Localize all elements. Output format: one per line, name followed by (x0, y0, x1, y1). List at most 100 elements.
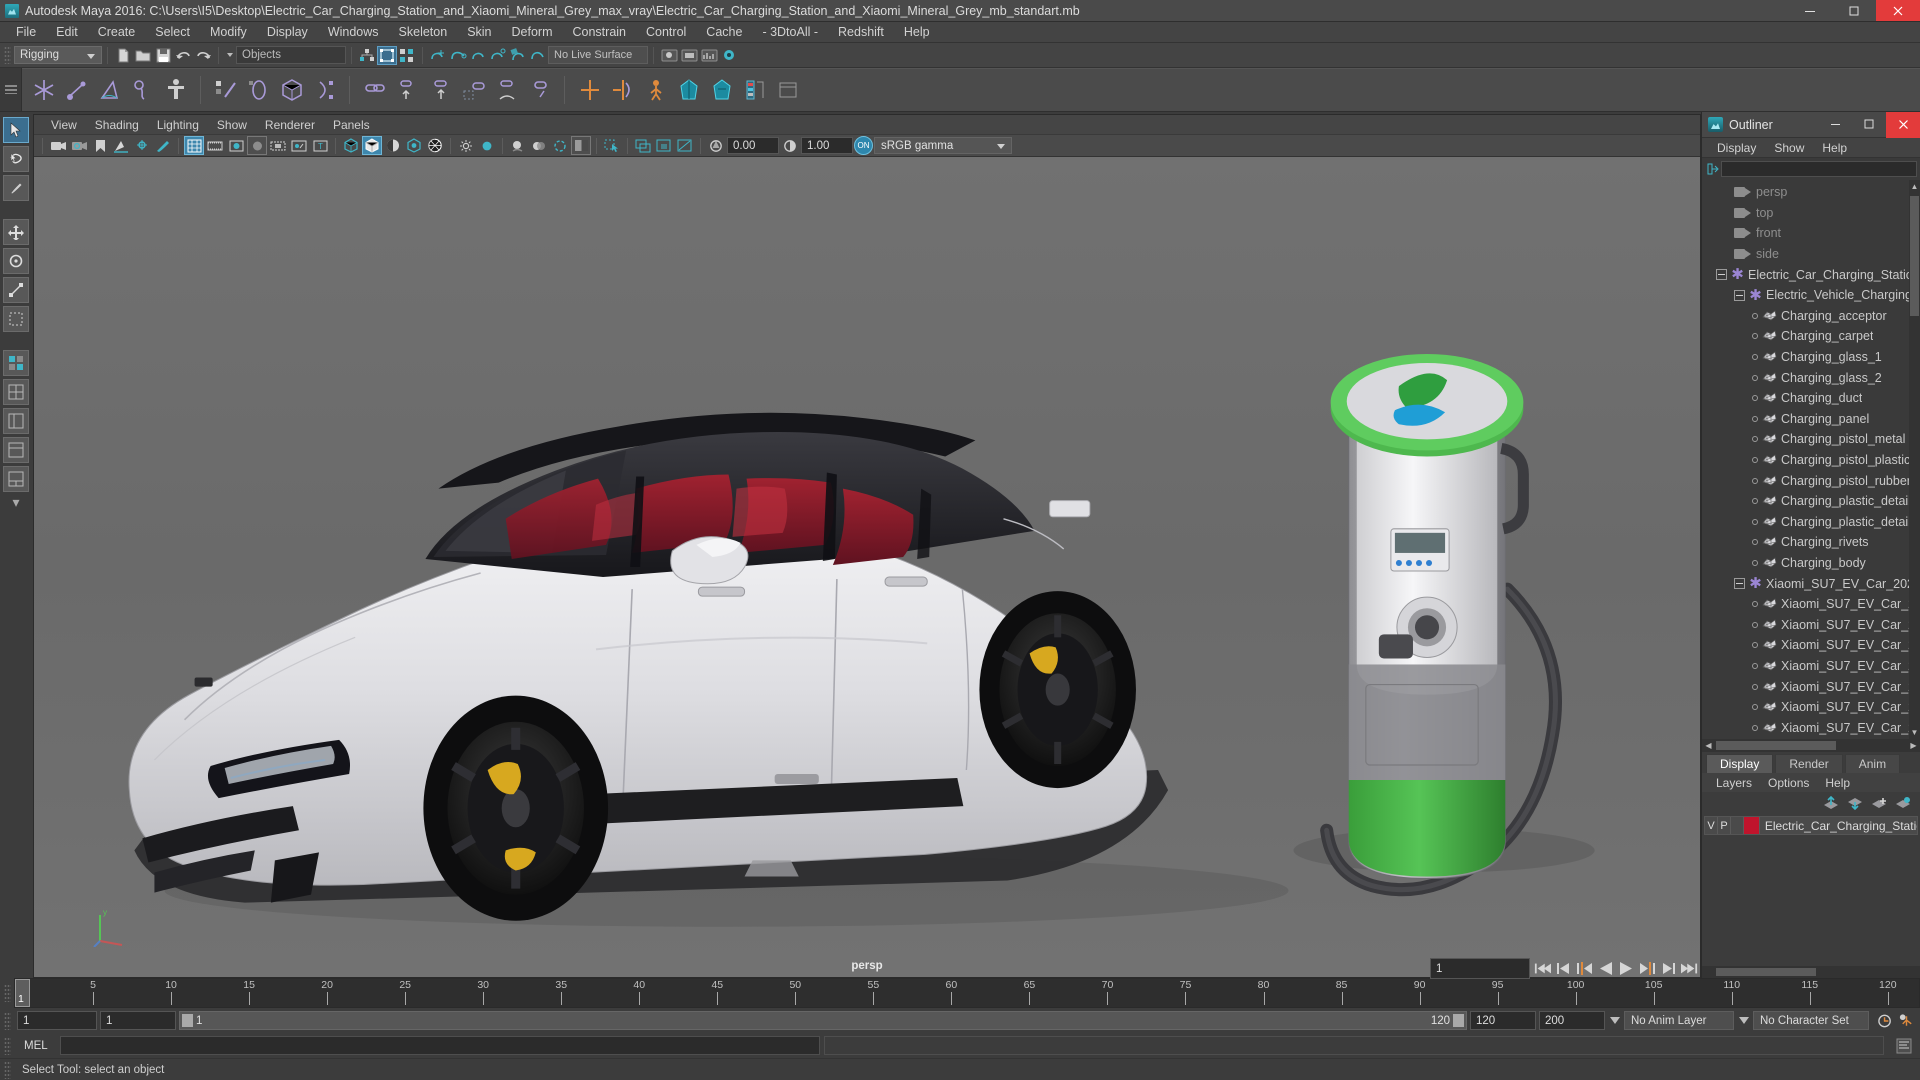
xray-toggle-icon[interactable] (425, 136, 445, 155)
grid-toggle-icon[interactable] (184, 136, 204, 155)
object-mode-icon[interactable] (377, 45, 397, 65)
undo-icon[interactable] (173, 46, 193, 65)
outliner-item-charging-body[interactable]: Charging_body (1704, 553, 1920, 574)
mirror-joint-icon[interactable] (574, 74, 605, 106)
scale-tool-button[interactable] (3, 277, 29, 303)
ik-handle-tool-icon[interactable] (61, 74, 92, 106)
anim-layer-field[interactable]: No Anim Layer (1624, 1011, 1734, 1030)
snap-view-plane-icon[interactable] (508, 46, 528, 65)
layer-name[interactable]: Electric_Car_Charging_Station (1760, 819, 1917, 833)
menu-constrain[interactable]: Constrain (563, 22, 637, 43)
smooth-shade-all-icon[interactable] (362, 136, 382, 155)
exposure-value-field[interactable]: 0.00 (727, 137, 779, 154)
outliner-item-charging-plastic-detail[interactable]: Charging_plastic_detail (1704, 512, 1920, 533)
snap-projected-center-icon[interactable] (488, 46, 508, 65)
snap-grid-icon[interactable] (428, 46, 448, 65)
outliner-item-top[interactable]: top (1704, 203, 1920, 224)
bind-skin-icon[interactable] (160, 74, 191, 106)
outliner-maximize-button[interactable] (1852, 112, 1886, 138)
more-shelf-tools-icon[interactable] (772, 74, 803, 106)
auto-keyframe-toggle-icon[interactable] (1877, 1013, 1894, 1029)
range-start-handle[interactable] (182, 1014, 193, 1027)
layer-row[interactable]: V P Electric_Car_Charging_Station (1704, 816, 1918, 835)
menu-file[interactable]: File (6, 22, 46, 43)
parent-constraint-icon[interactable] (359, 74, 390, 106)
close-button[interactable] (1876, 0, 1920, 21)
help-line-grip[interactable] (4, 1060, 11, 1079)
tab-anim[interactable]: Anim (1844, 754, 1901, 773)
select-tool-button[interactable] (3, 117, 29, 143)
gamma-value-field[interactable]: 1.00 (801, 137, 853, 154)
play-forwards-button[interactable] (1618, 961, 1635, 977)
hypershade-icon[interactable] (719, 46, 739, 65)
outliner-minimize-button[interactable] (1818, 112, 1852, 138)
rotate-tool-button[interactable] (3, 248, 29, 274)
snap-curve-icon[interactable] (448, 46, 468, 65)
layer-list[interactable]: V P Electric_Car_Charging_Station (1702, 814, 1920, 966)
menu-select[interactable]: Select (145, 22, 200, 43)
viewport-menu-shading[interactable]: Shading (86, 115, 148, 135)
single-view-layout-button[interactable] (3, 350, 29, 376)
menu-deform[interactable]: Deform (502, 22, 563, 43)
outliner-item-front[interactable]: front (1704, 223, 1920, 244)
component-mode-icon[interactable] (397, 46, 417, 65)
outliner-item-charging-plastic-detail[interactable]: Charging_plastic_detail (1704, 491, 1920, 512)
range-end-handle[interactable] (1453, 1014, 1464, 1027)
outliner-item-xiaomi-su7-ev-car-2[interactable]: Xiaomi_SU7_EV_Car_2 (1704, 614, 1920, 635)
outliner-menu-show[interactable]: Show (1765, 138, 1813, 158)
gamma-icon[interactable] (780, 136, 800, 155)
outliner-item-charging-glass-1[interactable]: Charging_glass_1 (1704, 347, 1920, 368)
command-line-grip[interactable] (4, 1036, 11, 1055)
outliner-menu-display[interactable]: Display (1708, 138, 1765, 158)
menu-3dtoall[interactable]: - 3DtoAll - (752, 22, 828, 43)
select-camera-icon[interactable] (48, 136, 68, 155)
lattice-deformer-icon[interactable] (243, 74, 274, 106)
render-view-icon[interactable] (633, 136, 653, 155)
outliner-item-xiaomi-su7-ev-car-2[interactable]: Xiaomi_SU7_EV_Car_2 (1704, 635, 1920, 656)
menu-create[interactable]: Create (88, 22, 146, 43)
layout-more-icon[interactable]: ▾ (3, 494, 29, 510)
four-view-layout-button[interactable] (3, 379, 29, 405)
bookmark-icon[interactable] (90, 136, 110, 155)
viewport-menu-show[interactable]: Show (208, 115, 256, 135)
outliner-item-xiaomi-su7-ev-car-2[interactable]: Xiaomi_SU7_EV_Car_2 (1704, 717, 1920, 738)
layer-color-swatch[interactable] (1744, 817, 1760, 834)
paint-select-tool-button[interactable] (3, 175, 29, 201)
flat-shade-icon[interactable] (404, 136, 424, 155)
joint-tool-icon[interactable] (28, 74, 59, 106)
tab-render[interactable]: Render (1775, 754, 1843, 773)
layer-state-toggle[interactable] (1731, 817, 1745, 834)
menu-help[interactable]: Help (894, 22, 940, 43)
color-profile-selector[interactable]: sRGB gamma (874, 137, 1012, 154)
layer-menu-help[interactable]: Help (1817, 776, 1858, 790)
persp-viewport[interactable]: y persp (34, 157, 1700, 977)
point-constraint-icon[interactable] (392, 74, 423, 106)
character-set-dropdown-icon[interactable] (1737, 1012, 1750, 1029)
ambient-occlusion-icon[interactable] (247, 136, 267, 155)
use-all-lights-icon[interactable] (477, 136, 497, 155)
color-management-toggle[interactable]: ON (854, 136, 873, 155)
persp-graph-layout-button[interactable] (3, 466, 29, 492)
live-surface-field[interactable]: No Live Surface (548, 46, 648, 64)
outliner-item-charging-duct[interactable]: Charging_duct (1704, 388, 1920, 409)
layer-visibility-toggle[interactable]: V (1705, 817, 1719, 834)
menu-skin[interactable]: Skin (457, 22, 501, 43)
menu-control[interactable]: Control (636, 22, 696, 43)
grease-pencil-icon[interactable] (153, 136, 173, 155)
viewport-menu-view[interactable]: View (42, 115, 86, 135)
move-layer-down-button[interactable] (1847, 796, 1864, 811)
motion-blur-icon[interactable] (268, 136, 288, 155)
animation-end-time-field[interactable]: 200 (1539, 1011, 1605, 1030)
range-end-time-field[interactable]: 120 (1470, 1011, 1536, 1030)
layer-menu-options[interactable]: Options (1760, 776, 1817, 790)
play-backwards-button[interactable] (1597, 961, 1614, 977)
shadows-toggle-icon[interactable] (226, 136, 246, 155)
range-slider[interactable]: 1 120 (179, 1011, 1467, 1030)
time-slider[interactable]: 5 10 15 20 25 30 35 40 45 50 55 60 65 70 75 80 85 90 95 100… (14, 978, 1920, 1008)
go-to-start-button[interactable] (1534, 961, 1551, 977)
shade-with-wireframe-icon[interactable] (383, 136, 403, 155)
create-empty-layer-button[interactable] (1871, 796, 1888, 811)
scroll-down-arrow[interactable]: ▼ (1909, 726, 1920, 739)
pole-vector-constraint-icon[interactable] (524, 74, 555, 106)
save-scene-icon[interactable] (153, 46, 173, 65)
